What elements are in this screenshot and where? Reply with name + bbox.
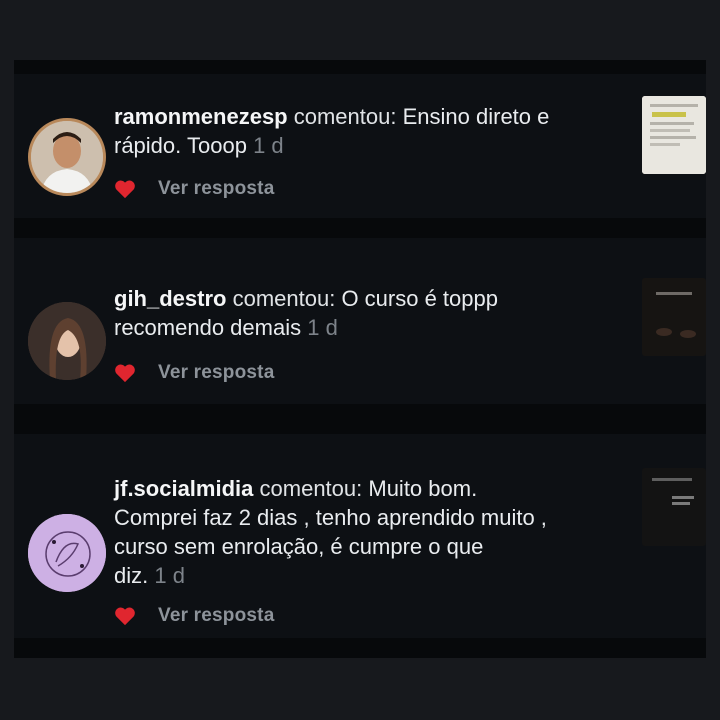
comment-card[interactable]: jf.socialmidia comentou: Muito bom. Comp… <box>14 434 706 638</box>
username[interactable]: ramonmenezesp <box>114 104 288 129</box>
reply-row: Ver resposta <box>114 603 274 629</box>
avatar[interactable] <box>28 118 106 196</box>
comment-line: rápido. Tooop <box>114 133 247 158</box>
comment-line: curso sem enrolação, é cumpre o que <box>114 534 484 559</box>
timestamp: 1 d <box>253 133 284 158</box>
comment-verb: comentou: <box>232 286 336 311</box>
post-thumbnail[interactable] <box>642 468 706 546</box>
heart-icon[interactable] <box>114 363 136 383</box>
reply-row: Ver resposta <box>114 360 274 386</box>
profile-photo <box>31 121 103 193</box>
comment-line: Muito bom. <box>368 476 478 501</box>
heart-icon[interactable] <box>114 606 136 626</box>
profile-photo <box>28 514 106 592</box>
post-preview-image <box>642 96 706 174</box>
heart-icon[interactable] <box>114 179 136 199</box>
divider <box>14 638 706 658</box>
view-replies-button[interactable]: Ver resposta <box>158 605 274 627</box>
comment-line: Comprei faz 2 dias , tenho aprendido mui… <box>114 505 547 530</box>
comment-text: ramonmenezesp comentou: Ensino direto e … <box>114 102 629 160</box>
comment-card[interactable]: ramonmenezesp comentou: Ensino direto e … <box>14 74 706 218</box>
avatar[interactable] <box>28 302 106 380</box>
profile-photo <box>28 302 106 380</box>
timestamp: 1 d <box>154 563 185 588</box>
avatar[interactable] <box>28 514 106 592</box>
view-replies-button[interactable]: Ver resposta <box>158 362 274 384</box>
timestamp: 1 d <box>307 315 338 340</box>
view-replies-button[interactable]: Ver resposta <box>158 178 274 200</box>
comment-verb: comentou: <box>293 104 397 129</box>
username[interactable]: jf.socialmidia <box>114 476 253 501</box>
username[interactable]: gih_destro <box>114 286 226 311</box>
comment-line: O curso é toppp <box>341 286 498 311</box>
comment-line: Ensino direto e <box>402 104 550 129</box>
reply-row: Ver resposta <box>114 176 274 202</box>
comment-line: diz. <box>114 563 149 588</box>
comment-text: gih_destro comentou: O curso é toppp rec… <box>114 284 629 342</box>
post-thumbnail[interactable] <box>642 96 706 174</box>
post-thumbnail[interactable] <box>642 278 706 356</box>
divider <box>14 218 706 238</box>
comment-text: jf.socialmidia comentou: Muito bom. Comp… <box>114 474 629 590</box>
comment-line: recomendo demais <box>114 315 302 340</box>
post-preview-image <box>642 278 706 356</box>
comment-card[interactable]: gih_destro comentou: O curso é toppp rec… <box>14 238 706 404</box>
divider <box>14 404 706 434</box>
post-preview-image <box>642 468 706 546</box>
comment-verb: comentou: <box>259 476 363 501</box>
divider <box>14 60 706 74</box>
